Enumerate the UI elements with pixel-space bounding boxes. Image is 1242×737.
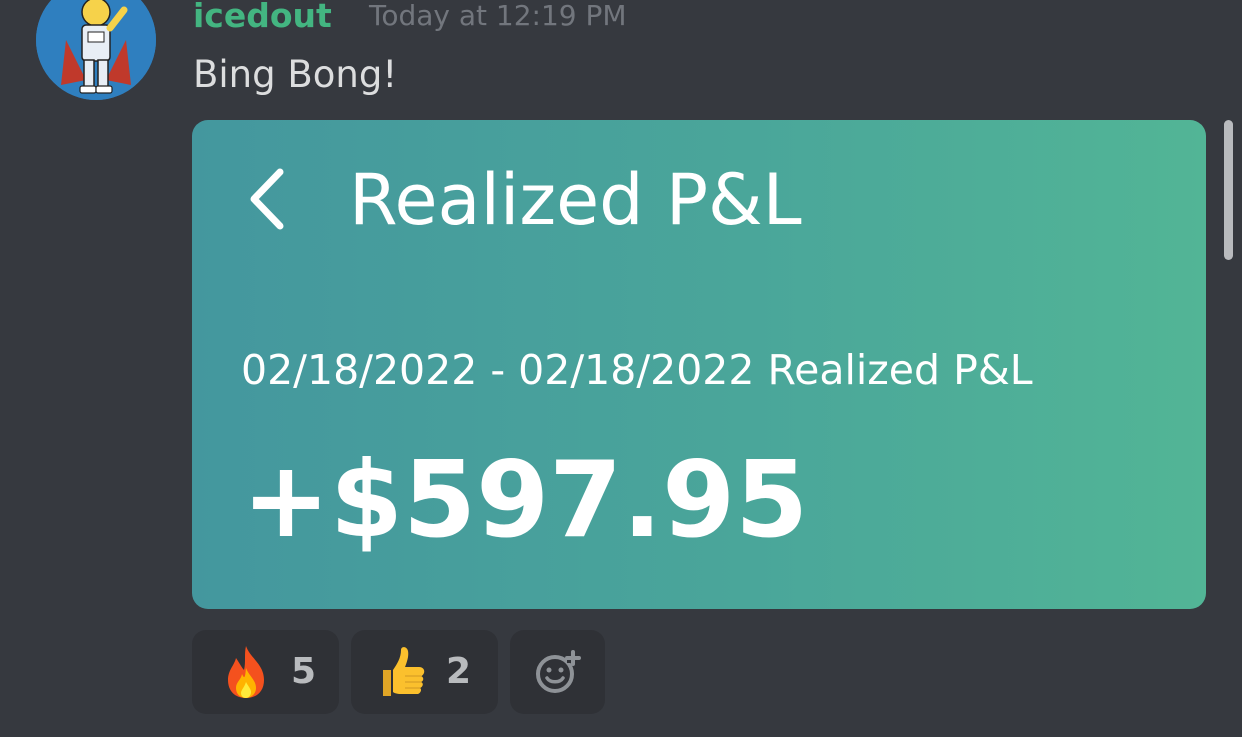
message-author[interactable]: icedout [193, 0, 332, 38]
add-emoji-icon [535, 650, 581, 693]
add-reaction-button[interactable] [510, 630, 605, 714]
card-title: Realized P&L [349, 159, 802, 241]
avatar-character-icon [36, 0, 156, 100]
reaction-fire-count: 5 [291, 651, 317, 692]
fire-emoji-icon [228, 646, 264, 698]
reaction-fire[interactable]: 5 [192, 630, 339, 714]
thumbs-up-emoji-icon [383, 647, 425, 696]
realized-pnl-amount: +$597.95 [242, 439, 809, 561]
reactions-bar: 5 2 [192, 630, 605, 714]
chevron-left-icon [250, 168, 284, 230]
scrollbar-thumb[interactable] [1224, 120, 1233, 260]
chat-page: icedout Today at 12:19 PM Bing Bong! Rea… [0, 0, 1242, 737]
reaction-thumbs-up-count: 2 [446, 651, 472, 692]
user-avatar[interactable] [36, 0, 156, 100]
date-range-label: 02/18/2022 - 02/18/2022 Realized P&L [241, 346, 1033, 394]
message-timestamp: Today at 12:19 PM [369, 0, 627, 32]
image-attachment[interactable]: Realized P&L 02/18/2022 - 02/18/2022 Rea… [192, 120, 1206, 609]
reaction-thumbs-up[interactable]: 2 [351, 630, 498, 714]
message-text: Bing Bong! [193, 53, 398, 96]
